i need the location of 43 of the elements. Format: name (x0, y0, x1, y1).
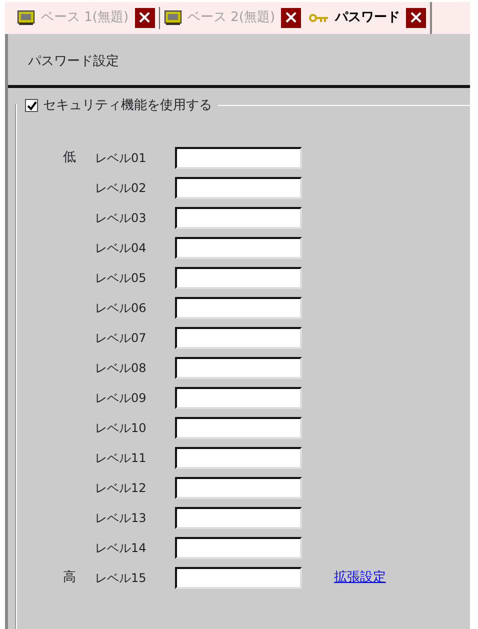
close-button[interactable]: × (281, 8, 302, 28)
key-icon (309, 13, 330, 23)
monitor-icon (17, 10, 35, 26)
password-field[interactable] (175, 176, 302, 198)
password-field[interactable] (175, 146, 302, 168)
close-button[interactable]: × (406, 8, 426, 28)
level-label: レベル11 (95, 450, 148, 466)
password-field[interactable] (175, 206, 302, 228)
password-field[interactable] (175, 386, 302, 408)
checkbox-label: セキュリティ機能を使用する (43, 97, 212, 115)
level-label: レベル10 (95, 420, 148, 436)
password-field[interactable] (175, 566, 302, 588)
password-field[interactable] (175, 446, 302, 468)
level-marker: 低 (63, 150, 76, 165)
level-label: レベル12 (95, 480, 148, 496)
level-label: レベル03 (95, 210, 148, 226)
password-field[interactable] (175, 416, 302, 438)
level-marker: 高 (63, 570, 76, 585)
level-label: レベル07 (95, 330, 148, 346)
tab[interactable]: パスワード (335, 8, 400, 28)
password-field[interactable] (175, 506, 302, 528)
level-label: レベル13 (95, 510, 148, 526)
level-label: レベル09 (95, 390, 148, 406)
password-field[interactable] (175, 236, 302, 258)
password-field[interactable] (175, 536, 302, 558)
level-label: レベル15 (95, 570, 148, 586)
monitor-icon (164, 10, 182, 26)
level-label: レベル14 (95, 540, 148, 556)
password-field[interactable] (175, 356, 302, 378)
level-label: レベル02 (95, 180, 148, 196)
page-title: パスワード設定 (28, 54, 119, 69)
level-label: レベル06 (95, 300, 148, 316)
close-button[interactable]: × (134, 8, 155, 28)
level-label: レベル04 (95, 240, 148, 256)
level-label: レベル01 (95, 150, 148, 166)
advanced-settings-link[interactable]: 拡張設定 (334, 568, 386, 588)
password-field[interactable] (175, 266, 302, 288)
level-label: レベル08 (95, 360, 148, 376)
security-checkbox[interactable] (25, 99, 38, 112)
password-field[interactable] (175, 296, 302, 318)
password-field[interactable] (175, 476, 302, 498)
password-field[interactable] (175, 326, 302, 348)
level-label: レベル05 (95, 270, 148, 286)
